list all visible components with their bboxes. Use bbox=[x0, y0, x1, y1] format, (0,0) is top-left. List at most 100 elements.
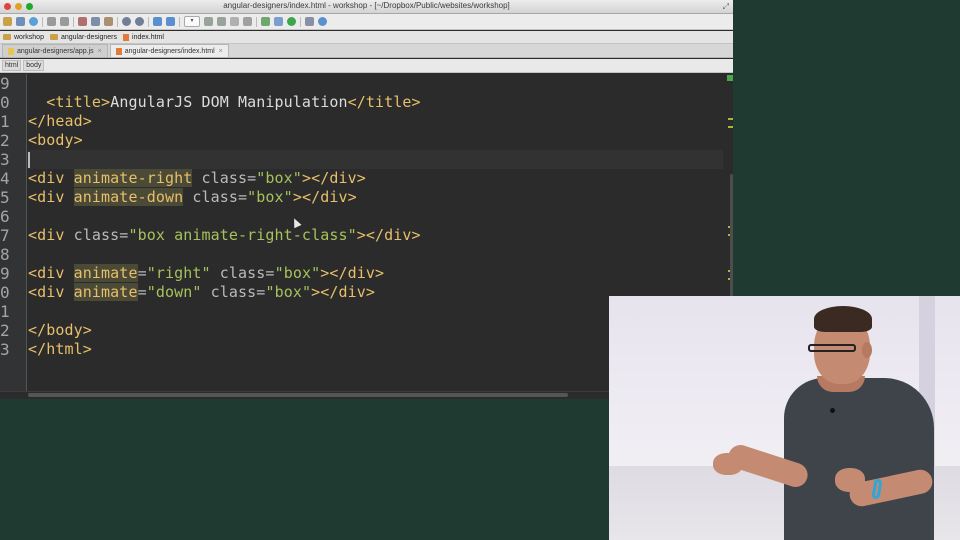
tab-app-js[interactable]: angular-designers/app.js × bbox=[2, 44, 108, 57]
copy-icon[interactable] bbox=[91, 17, 100, 26]
line-number[interactable]: 7 bbox=[0, 226, 10, 245]
presenter-video bbox=[609, 296, 960, 540]
code-line[interactable]: <div class="box animate-right-class"></d… bbox=[28, 226, 421, 245]
code-line[interactable]: <body> bbox=[28, 131, 83, 150]
folder-icon bbox=[49, 34, 58, 40]
line-number[interactable]: 9 bbox=[0, 264, 10, 283]
help-icon[interactable] bbox=[318, 17, 327, 26]
line-number[interactable]: 3 bbox=[0, 340, 10, 359]
undo-icon[interactable] bbox=[47, 17, 56, 26]
code-token: </title> bbox=[347, 93, 421, 111]
line-number[interactable]: 2 bbox=[0, 321, 10, 340]
current-line-highlight bbox=[27, 150, 723, 169]
code-token: <title> bbox=[28, 93, 111, 111]
breadcrumb-item[interactable]: workshop bbox=[3, 34, 44, 41]
path-tag-body[interactable]: body bbox=[23, 60, 45, 71]
close-tab-icon[interactable]: × bbox=[98, 48, 102, 55]
run-config-dropdown[interactable]: ▾ bbox=[184, 16, 200, 27]
line-number[interactable]: 4 bbox=[0, 169, 10, 188]
toolbar-separator bbox=[256, 16, 257, 27]
code-token: animate-down bbox=[73, 188, 184, 206]
vcs-update-icon[interactable] bbox=[287, 17, 296, 26]
line-number[interactable]: 8 bbox=[0, 245, 10, 264]
line-number[interactable]: 6 bbox=[0, 207, 10, 226]
code-line[interactable]: </html> bbox=[28, 340, 92, 359]
find-icon[interactable] bbox=[122, 17, 131, 26]
tab-label: angular-designers/index.html bbox=[124, 47, 215, 55]
line-number[interactable]: 9 bbox=[0, 74, 10, 93]
path-tag-html[interactable]: html bbox=[2, 60, 22, 71]
code-token: class= bbox=[192, 169, 257, 187]
code-token: animate bbox=[73, 264, 138, 282]
save-icon[interactable] bbox=[16, 17, 25, 26]
warning-marker[interactable] bbox=[728, 118, 733, 120]
breadcrumb-item[interactable]: angular-designers bbox=[49, 33, 118, 41]
coverage-icon[interactable] bbox=[243, 17, 252, 26]
html-file-icon bbox=[115, 47, 122, 55]
window-title: angular-designers/index.html - workshop … bbox=[223, 1, 510, 10]
window-titlebar[interactable]: angular-designers/index.html - workshop … bbox=[0, 0, 733, 14]
presenter-right-hand bbox=[835, 468, 865, 492]
toolbar-separator bbox=[179, 16, 180, 27]
redo-icon[interactable] bbox=[60, 17, 69, 26]
breadcrumb-label: workshop bbox=[14, 33, 44, 41]
code-line[interactable]: </body> bbox=[28, 321, 92, 340]
build-icon[interactable] bbox=[261, 17, 270, 26]
presenter-hair bbox=[814, 306, 872, 332]
warning-marker[interactable] bbox=[728, 126, 733, 128]
code-line[interactable]: <title>AngularJS DOM Manipulation</title… bbox=[28, 93, 421, 112]
line-number[interactable]: 5 bbox=[0, 188, 10, 207]
tab-index-html[interactable]: angular-designers/index.html × bbox=[109, 44, 229, 57]
breadcrumb: workshop angular-designers index.html bbox=[0, 31, 733, 44]
code-line[interactable]: <div animate="right" class="box"></div> bbox=[28, 264, 384, 283]
settings-icon[interactable] bbox=[305, 17, 314, 26]
code-token: = bbox=[137, 264, 147, 282]
code-token: ></div> bbox=[320, 264, 385, 282]
html-file-icon bbox=[123, 33, 130, 41]
cut-icon[interactable] bbox=[78, 17, 87, 26]
close-tab-icon[interactable]: × bbox=[219, 48, 223, 55]
paste-icon[interactable] bbox=[104, 17, 113, 26]
code-token: "box" bbox=[274, 264, 321, 282]
code-line[interactable]: </head> bbox=[28, 112, 92, 131]
code-token: "box" bbox=[256, 169, 302, 187]
sync-icon[interactable] bbox=[29, 17, 38, 26]
line-number-gutter[interactable]: 901234567890123 bbox=[0, 74, 27, 391]
debug-icon[interactable] bbox=[217, 17, 226, 26]
run-icon[interactable] bbox=[204, 17, 213, 26]
folder-icon[interactable] bbox=[3, 17, 12, 26]
horizontal-scrollbar[interactable] bbox=[28, 393, 568, 397]
code-line[interactable]: <div animate="down" class="box"></div> bbox=[28, 283, 375, 302]
toolbar-separator bbox=[73, 16, 74, 27]
code-token: <div bbox=[28, 264, 74, 282]
line-number[interactable]: 1 bbox=[0, 302, 10, 321]
editor-tabs: angular-designers/app.js × angular-desig… bbox=[0, 44, 733, 58]
inspection-status-icon[interactable] bbox=[727, 75, 733, 81]
replace-icon[interactable] bbox=[135, 17, 144, 26]
code-line[interactable]: <div animate-down class="box"></div> bbox=[28, 188, 357, 207]
line-number[interactable]: 1 bbox=[0, 112, 10, 131]
code-line[interactable]: <div animate-right class="box"></div> bbox=[28, 169, 366, 188]
code-token: "box animate-right-class" bbox=[128, 226, 357, 244]
tab-label: angular-designers/app.js bbox=[17, 47, 94, 55]
code-token: "right" bbox=[146, 264, 211, 282]
code-token: ></div> bbox=[311, 283, 376, 301]
breadcrumb-item[interactable]: index.html bbox=[123, 33, 164, 41]
code-token: class= bbox=[201, 283, 266, 301]
tag-path-bar: html body bbox=[0, 59, 733, 73]
line-number[interactable]: 0 bbox=[0, 93, 10, 112]
stop-icon[interactable] bbox=[230, 17, 239, 26]
line-number[interactable]: 3 bbox=[0, 150, 10, 169]
nav-forward-icon[interactable] bbox=[166, 17, 175, 26]
nav-back-icon[interactable] bbox=[153, 17, 162, 26]
code-token: class= bbox=[210, 264, 275, 282]
fullscreen-icon[interactable]: ⤢ bbox=[723, 2, 729, 12]
line-number[interactable]: 2 bbox=[0, 131, 10, 150]
code-token: animate bbox=[73, 283, 138, 301]
code-token: ></div> bbox=[292, 188, 357, 206]
presenter-glasses bbox=[808, 344, 856, 352]
line-number[interactable]: 0 bbox=[0, 283, 10, 302]
code-token: ></div> bbox=[356, 226, 421, 244]
breadcrumb-label: angular-designers bbox=[60, 33, 118, 41]
vcs-icon[interactable] bbox=[274, 17, 283, 26]
